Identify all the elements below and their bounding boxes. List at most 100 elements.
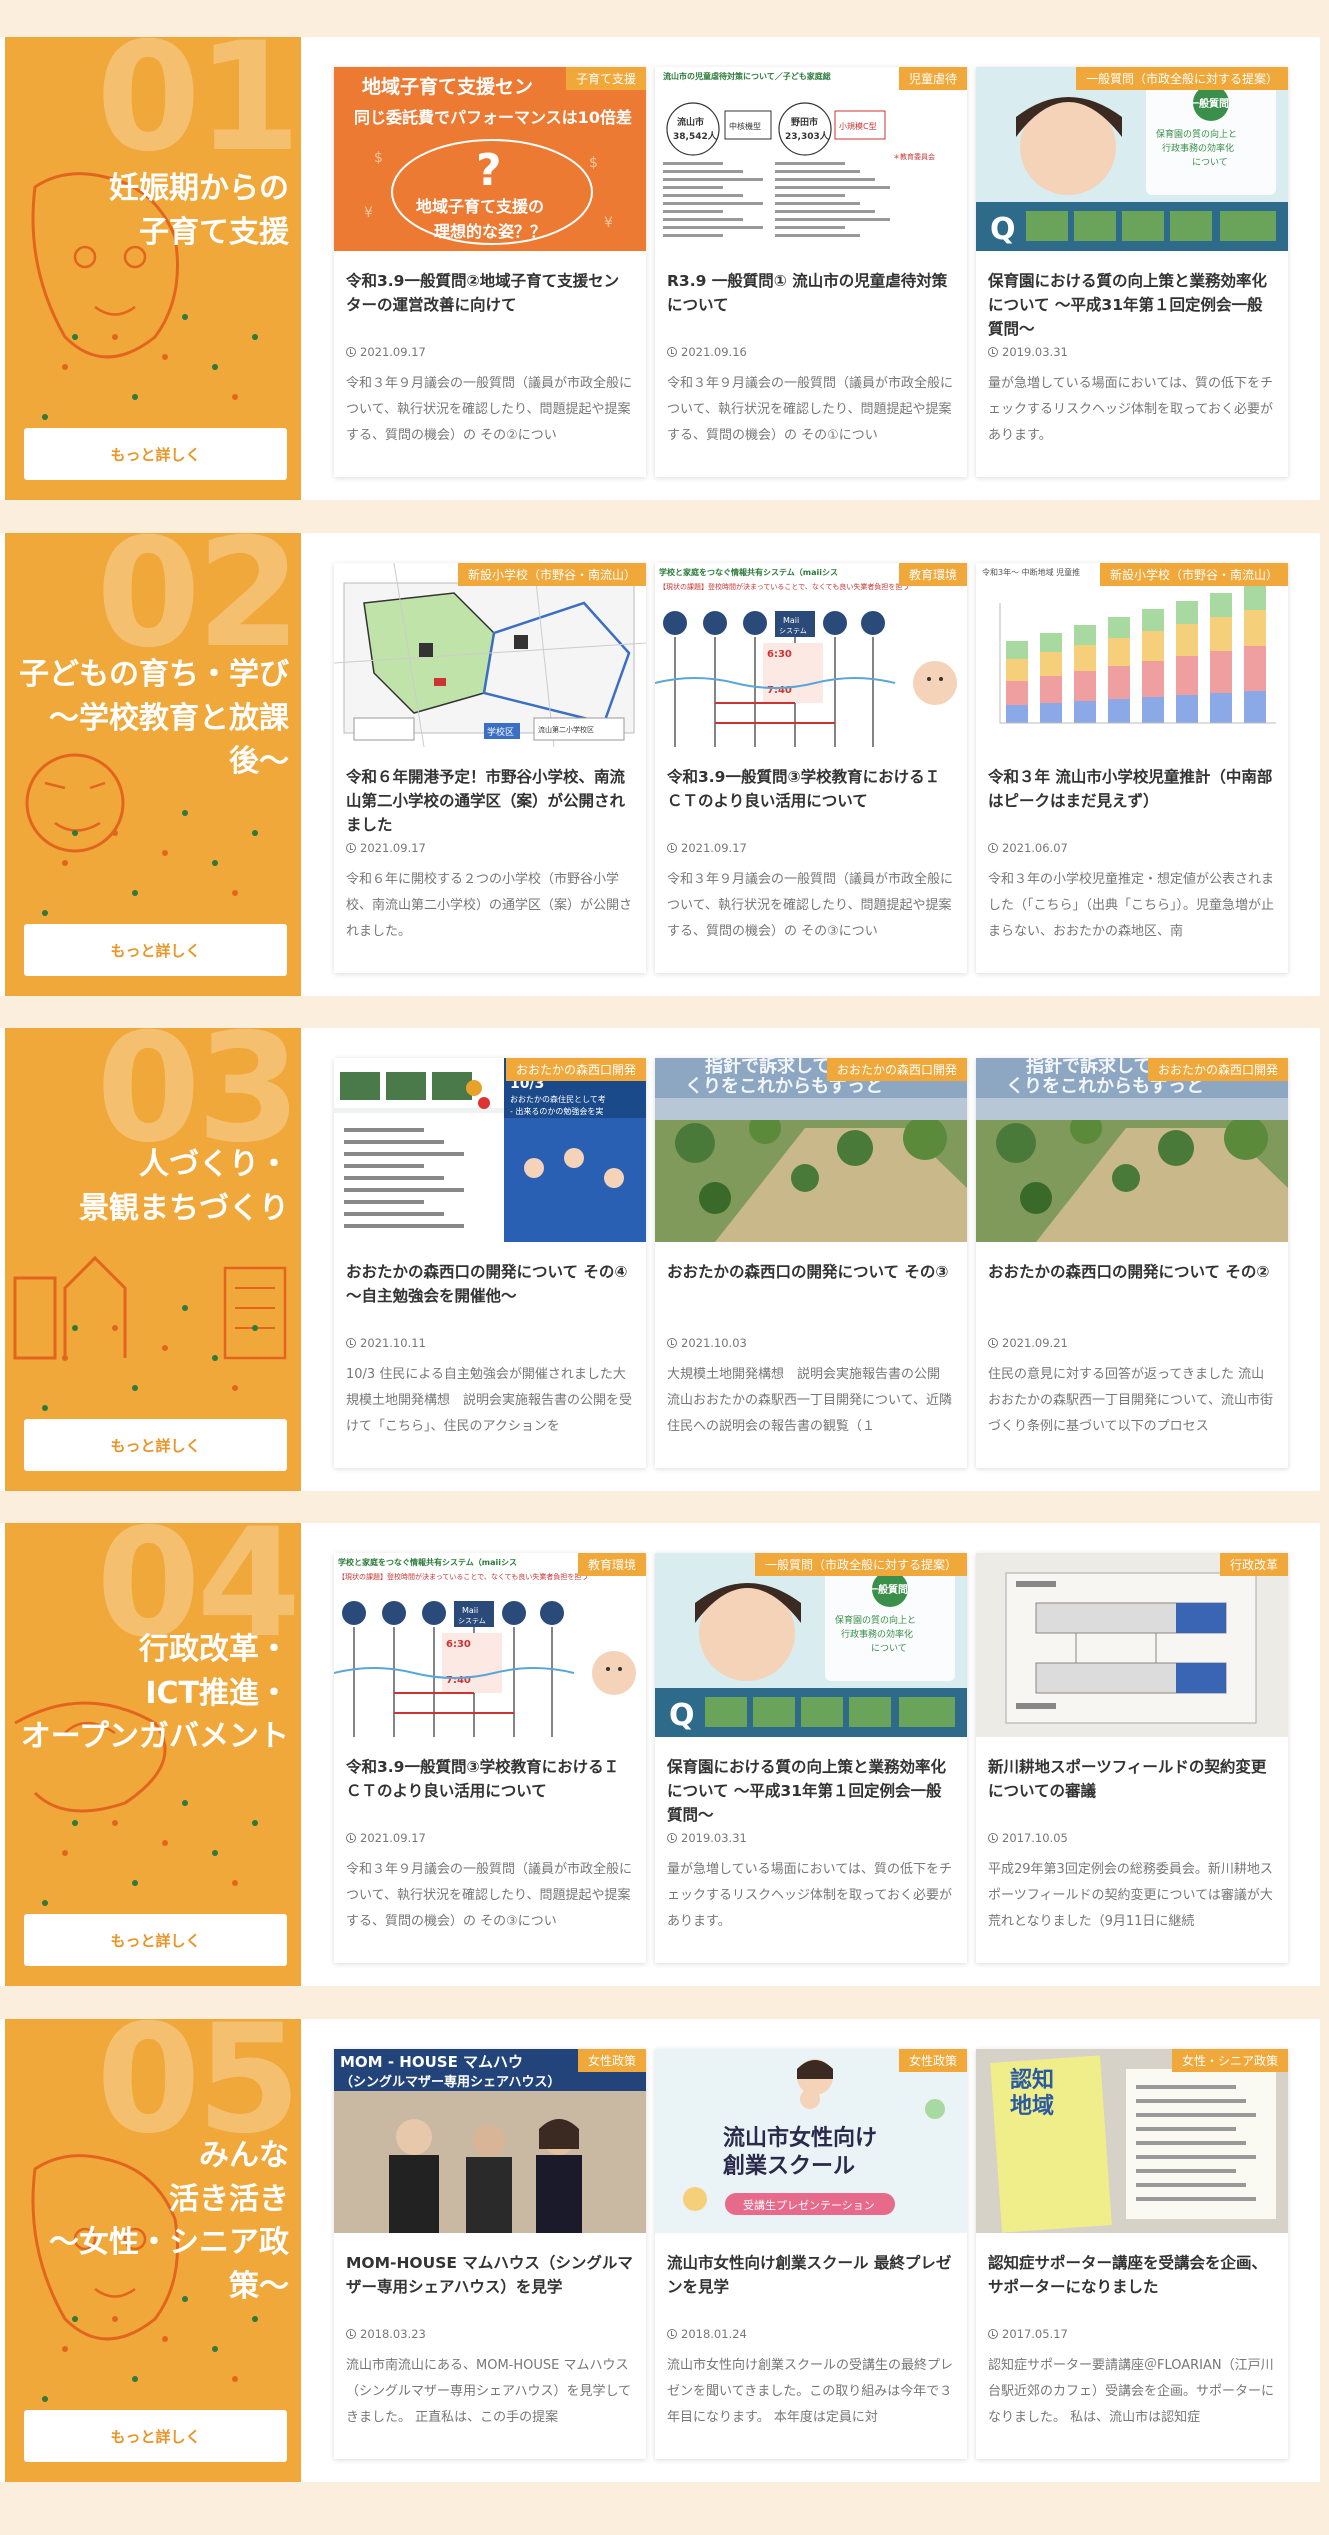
post-card[interactable]: 指針で訴求してきた くりをこれからもずっと おおたかの森西口開発 おおたかの森西口… xyxy=(655,1058,967,1468)
thumbnail-image: 10/3 おおたかの森住民として考- 出来るのかの勉強会を実 xyxy=(334,1058,646,1242)
post-thumbnail[interactable]: 流山市の児童虐待対策について／子ども家庭総 流山市 38,542人 中核機型 野… xyxy=(655,67,967,251)
svg-text:中核機型: 中核機型 xyxy=(729,121,761,131)
more-details-button[interactable]: もっと詳しく xyxy=(24,1419,287,1471)
category-badge[interactable]: 行政改革 xyxy=(1219,1553,1288,1576)
post-date-text: 2019.03.31 xyxy=(681,1831,747,1845)
topic-section: 05 みんな 活き活き 〜女性・シニア政策〜 もっと詳しく MOM - HOUSE … xyxy=(0,2019,1320,2482)
post-card[interactable]: 学校区 流山第二小学校区 新設小学校（市野谷・南流山） 令和６年開港予定！市野谷小学… xyxy=(334,563,646,973)
svg-text:創業スクール: 創業スクール xyxy=(723,2154,855,2179)
category-badge[interactable]: おおたかの森西口開発 xyxy=(826,1058,967,1081)
post-date: 2021.09.16 xyxy=(667,345,955,359)
more-details-button[interactable]: もっと詳しく xyxy=(24,1914,287,1966)
post-thumbnail[interactable]: 流山市女性向け 創業スクール 受講生プレゼンテーション 女性政策 xyxy=(655,2049,967,2233)
post-thumbnail[interactable]: 指針で訴求してきた くりをこれからもずっと おおたかの森西口開発 xyxy=(976,1058,1288,1242)
svg-text:について: について xyxy=(1192,157,1228,168)
category-badge[interactable]: 新設小学校（市野谷・南流山） xyxy=(1099,563,1288,586)
category-badge[interactable]: 一般質問（市政全般に対する提案） xyxy=(754,1553,967,1576)
post-title[interactable]: 保育園における質の向上策と業務効率化について 〜平成31年第１回定例会一般質問〜 xyxy=(667,1755,955,1825)
svg-text:MOM - HOUSE マムハウ: MOM - HOUSE マムハウ xyxy=(340,2053,523,2071)
more-details-button[interactable]: もっと詳しく xyxy=(24,428,287,480)
post-title[interactable]: 令和3.9一般質問②地域子育て支援センターの運営改善に向けて xyxy=(346,269,634,339)
post-thumbnail[interactable]: 一般質問 保育園の質の向上と 行政事務の効率化 について Q 一般質問（市政全般… xyxy=(655,1553,967,1737)
post-thumbnail[interactable]: MOM - HOUSE マムハウ （シングルマザー専用シェアハウス） 女性政策 xyxy=(334,2049,646,2233)
post-title[interactable]: 流山市女性向け創業スクール 最終プレゼンを見学 xyxy=(667,2251,955,2321)
post-card[interactable]: 令和3年〜 中断地域 児童推 新設小学校（市野谷・南流山） 令和３年 流山市小学校児… xyxy=(976,563,1288,973)
post-title[interactable]: 令和3.9一般質問③学校教育におけるＩＣＴのより良い活用について xyxy=(346,1755,634,1825)
post-date: 2017.10.05 xyxy=(988,1831,1276,1845)
category-badge[interactable]: 女性政策 xyxy=(898,2049,967,2072)
svg-text:6:30: 6:30 xyxy=(446,1639,471,1650)
post-title[interactable]: 令和3.9一般質問③学校教育におけるＩＣＴのより良い活用について xyxy=(667,765,955,835)
svg-text:流山市の児童虐待対策について／子ども家庭総: 流山市の児童虐待対策について／子ども家庭総 xyxy=(663,71,831,81)
post-thumbnail[interactable]: 学校と家庭をつなぐ情報共有システム（maiiシス 【現状の課題】登校時間が決まっ… xyxy=(334,1553,646,1737)
more-details-button[interactable]: もっと詳しく xyxy=(24,2410,287,2462)
post-date: 2019.03.31 xyxy=(667,1831,955,1845)
post-title[interactable]: おおたかの森西口の開発について その③ xyxy=(667,1260,955,1330)
post-card[interactable]: 一般質問 保育園の質の向上と 行政事務の効率化 について Q 一般質問（市政全般… xyxy=(976,67,1288,477)
post-title[interactable]: 令和６年開港予定！市野谷小学校、南流山第二小学校の通学区（案）が公開されました xyxy=(346,765,634,835)
category-badge[interactable]: 児童虐待 xyxy=(898,67,967,90)
post-card[interactable]: 指針で訴求してきた くりをこれからもずっと おおたかの森西口開発 おおたかの森西口… xyxy=(976,1058,1288,1468)
post-excerpt: 令和３年９月議会の一般質問（議員が市政全般について、執行状況を確認したり、問題提… xyxy=(346,376,633,443)
category-badge[interactable]: おおたかの森西口開発 xyxy=(1147,1058,1288,1081)
post-thumbnail[interactable]: 令和3年〜 中断地域 児童推 新設小学校（市野谷・南流山） xyxy=(976,563,1288,747)
clock-icon xyxy=(346,1338,356,1348)
post-title[interactable]: 保育園における質の向上策と業務効率化について 〜平成31年第１回定例会一般質問〜 xyxy=(988,269,1276,339)
category-badge[interactable]: 一般質問（市政全般に対する提案） xyxy=(1075,67,1288,90)
more-details-button[interactable]: もっと詳しく xyxy=(24,924,287,976)
section-title: 人づくり・ 景観まちづくり xyxy=(79,1147,289,1226)
svg-text:流山第二小学校区: 流山第二小学校区 xyxy=(538,725,594,734)
svg-text:保育園の質の向上と: 保育園の質の向上と xyxy=(1156,128,1237,140)
category-badge[interactable]: 教育環境 xyxy=(898,563,967,586)
thumbnail-image: 流山市女性向け 創業スクール 受講生プレゼンテーション xyxy=(655,2049,967,2233)
post-title[interactable]: 認知症サポーター講座を受講会を企画、サポーターになりました xyxy=(988,2251,1276,2321)
svg-text:（シングルマザー専用シェアハウス）: （シングルマザー専用シェアハウス） xyxy=(340,2074,560,2090)
clock-icon xyxy=(346,2329,356,2339)
clock-icon xyxy=(988,1338,998,1348)
thumbnail-image: 流山市の児童虐待対策について／子ども家庭総 流山市 38,542人 中核機型 野… xyxy=(655,67,967,251)
post-card[interactable]: 学校と家庭をつなぐ情報共有システム（maiiシス 【現状の課題】登校時間が決まっ… xyxy=(655,563,967,973)
svg-text:学校と家庭をつなぐ情報共有システム（maiiシス: 学校と家庭をつなぐ情報共有システム（maiiシス xyxy=(338,1557,517,1567)
post-thumbnail[interactable]: 10/3 おおたかの森住民として考 - 出来るのかの勉強会を実 おおたかの森西口開… xyxy=(334,1058,646,1242)
post-card[interactable]: 地域子育て支援セン 同じ委託費でパフォーマンスは10倍差 ? 地域子育て支援の … xyxy=(334,67,646,477)
post-date-text: 2021.09.21 xyxy=(1002,1336,1068,1350)
post-thumbnail[interactable]: 学校区 流山第二小学校区 新設小学校（市野谷・南流山） xyxy=(334,563,646,747)
svg-text:Q: Q xyxy=(990,212,1016,247)
post-card[interactable]: MOM - HOUSE マムハウ （シングルマザー専用シェアハウス） 女性政策 M… xyxy=(334,2049,646,2459)
svg-text:おおたかの森住民として考: おおたかの森住民として考 xyxy=(510,1094,606,1104)
category-badge[interactable]: 新設小学校（市野谷・南流山） xyxy=(457,563,646,586)
post-card[interactable]: 行政改革 新川耕地スポーツフィールドの契約変更についての審議 2017.10.05 平… xyxy=(976,1553,1288,1963)
post-card[interactable]: 学校と家庭をつなぐ情報共有システム（maiiシス 【現状の課題】登校時間が決まっ… xyxy=(334,1553,646,1963)
post-date: 2021.09.17 xyxy=(346,345,634,359)
post-thumbnail[interactable]: 認知 地域 女性・シニア政策 xyxy=(976,2049,1288,2233)
post-card[interactable]: 認知 地域 女性・シニア政策認知症サポーター講座を受講会を企画、サポーターになり… xyxy=(976,2049,1288,2459)
post-thumbnail[interactable]: 指針で訴求してきた くりをこれからもずっと おおたかの森西口開発 xyxy=(655,1058,967,1242)
clock-icon xyxy=(667,2329,677,2339)
post-card[interactable]: 流山市女性向け 創業スクール 受講生プレゼンテーション 女性政策流山市女性向け創… xyxy=(655,2049,967,2459)
post-thumbnail[interactable]: 学校と家庭をつなぐ情報共有システム（maiiシス 【現状の課題】登校時間が決まっ… xyxy=(655,563,967,747)
thumbnail-image: MOM - HOUSE マムハウ （シングルマザー専用シェアハウス） xyxy=(334,2049,646,2233)
post-thumbnail[interactable]: 一般質問 保育園の質の向上と 行政事務の効率化 について Q 一般質問（市政全般… xyxy=(976,67,1288,251)
svg-text:認知: 認知 xyxy=(1010,2067,1054,2093)
post-title[interactable]: R3.9 一般質問① 流山市の児童虐待対策について xyxy=(667,269,955,339)
post-title[interactable]: 新川耕地スポーツフィールドの契約変更についての審議 xyxy=(988,1755,1276,1825)
post-card[interactable]: 一般質問 保育園の質の向上と 行政事務の効率化 について Q 一般質問（市政全般… xyxy=(655,1553,967,1963)
post-card[interactable]: 10/3 おおたかの森住民として考 - 出来るのかの勉強会を実 おおたかの森西口開… xyxy=(334,1058,646,1468)
post-thumbnail[interactable]: 行政改革 xyxy=(976,1553,1288,1737)
post-date-text: 2019.03.31 xyxy=(1002,345,1068,359)
clock-icon xyxy=(988,347,998,357)
category-badge[interactable]: 教育環境 xyxy=(577,1553,646,1576)
post-thumbnail[interactable]: 地域子育て支援セン 同じ委託費でパフォーマンスは10倍差 ? 地域子育て支援の … xyxy=(334,67,646,251)
post-title[interactable]: おおたかの森西口の開発について その④ 〜自主勉強会を開催他〜 xyxy=(346,1260,634,1330)
post-title[interactable]: おおたかの森西口の開発について その② xyxy=(988,1260,1276,1330)
post-excerpt: 流山市南流山にある、MOM-HOUSE マムハウス（シングルマザー専用シェアハウ… xyxy=(346,2358,632,2425)
category-badge[interactable]: おおたかの森西口開発 xyxy=(505,1058,646,1081)
post-title[interactable]: 令和３年 流山市小学校児童推計（中南部はピークはまだ見えず） xyxy=(988,765,1276,835)
thumbnail-image: 学校区 流山第二小学校区 xyxy=(334,563,646,747)
category-badge[interactable]: 女性・シニア政策 xyxy=(1171,2049,1288,2072)
post-card[interactable]: 流山市の児童虐待対策について／子ども家庭総 流山市 38,542人 中核機型 野… xyxy=(655,67,967,477)
category-badge[interactable]: 女性政策 xyxy=(577,2049,646,2072)
svg-text:地域: 地域 xyxy=(1010,2093,1054,2119)
category-badge[interactable]: 子育て支援 xyxy=(565,67,646,90)
post-title[interactable]: MOM-HOUSE マムハウス（シングルマザー専用シェアハウス）を見学 xyxy=(346,2251,634,2321)
